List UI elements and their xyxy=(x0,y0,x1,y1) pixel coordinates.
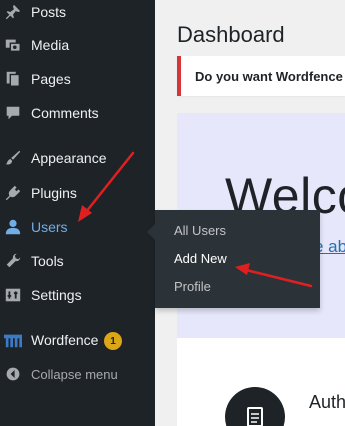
comments-icon xyxy=(3,103,23,123)
sidebar-item-comments[interactable]: Comments xyxy=(0,96,155,130)
sidebar-item-users[interactable]: Users xyxy=(0,210,155,244)
users-submenu: All Users Add New Profile xyxy=(147,210,320,308)
settings-icon xyxy=(3,285,23,305)
sidebar-item-appearance[interactable]: Appearance xyxy=(0,141,155,175)
submenu-profile[interactable]: Profile xyxy=(174,279,211,294)
wordfence-notice: Do you want Wordfence to xyxy=(177,56,345,96)
sidebar-item-label: Posts xyxy=(31,4,67,20)
sidebar-item-label: Users xyxy=(31,219,68,235)
sidebar-item-label: Settings xyxy=(31,287,82,303)
sidebar-item-label: Collapse menu xyxy=(31,366,118,382)
user-icon xyxy=(3,217,23,237)
sidebar-item-label: Wordfence xyxy=(31,332,99,348)
wordfence-icon xyxy=(3,330,23,350)
document-icon xyxy=(225,387,285,426)
notice-text: Do you want Wordfence to xyxy=(195,69,345,84)
pin-icon xyxy=(3,2,23,22)
plugin-icon xyxy=(3,183,23,203)
admin-sidebar: Posts Media Pages Comments Appearance Pl… xyxy=(0,0,155,426)
pages-icon xyxy=(3,69,23,89)
sidebar-item-posts[interactable]: Posts xyxy=(0,0,155,29)
wrench-icon xyxy=(3,251,23,271)
collapse-menu-button[interactable]: Collapse menu xyxy=(0,357,155,391)
notification-badge: 1 xyxy=(104,332,122,350)
submenu-all-users[interactable]: All Users xyxy=(174,223,226,238)
submenu-add-new[interactable]: Add New xyxy=(174,251,227,266)
sidebar-item-label: Tools xyxy=(31,253,64,269)
sidebar-item-settings[interactable]: Settings xyxy=(0,278,155,312)
sidebar-item-pages[interactable]: Pages xyxy=(0,62,155,96)
sidebar-item-plugins[interactable]: Plugins xyxy=(0,176,155,210)
sidebar-item-label: Plugins xyxy=(31,185,77,201)
collapse-icon xyxy=(3,364,23,384)
sidebar-item-wordfence[interactable]: Wordfence 1 xyxy=(0,323,155,357)
sidebar-item-label: Pages xyxy=(31,71,71,87)
welcome-column: Auth xyxy=(177,338,345,426)
media-icon xyxy=(3,35,23,55)
page-title: Dashboard xyxy=(177,22,285,47)
sidebar-item-media[interactable]: Media xyxy=(0,28,155,62)
sidebar-item-label: Comments xyxy=(31,105,99,121)
paintbrush-icon xyxy=(3,148,23,168)
author-heading: Auth xyxy=(309,392,345,412)
sidebar-item-tools[interactable]: Tools xyxy=(0,244,155,278)
sidebar-item-label: Media xyxy=(31,37,70,53)
sidebar-item-label: Appearance xyxy=(31,150,107,166)
